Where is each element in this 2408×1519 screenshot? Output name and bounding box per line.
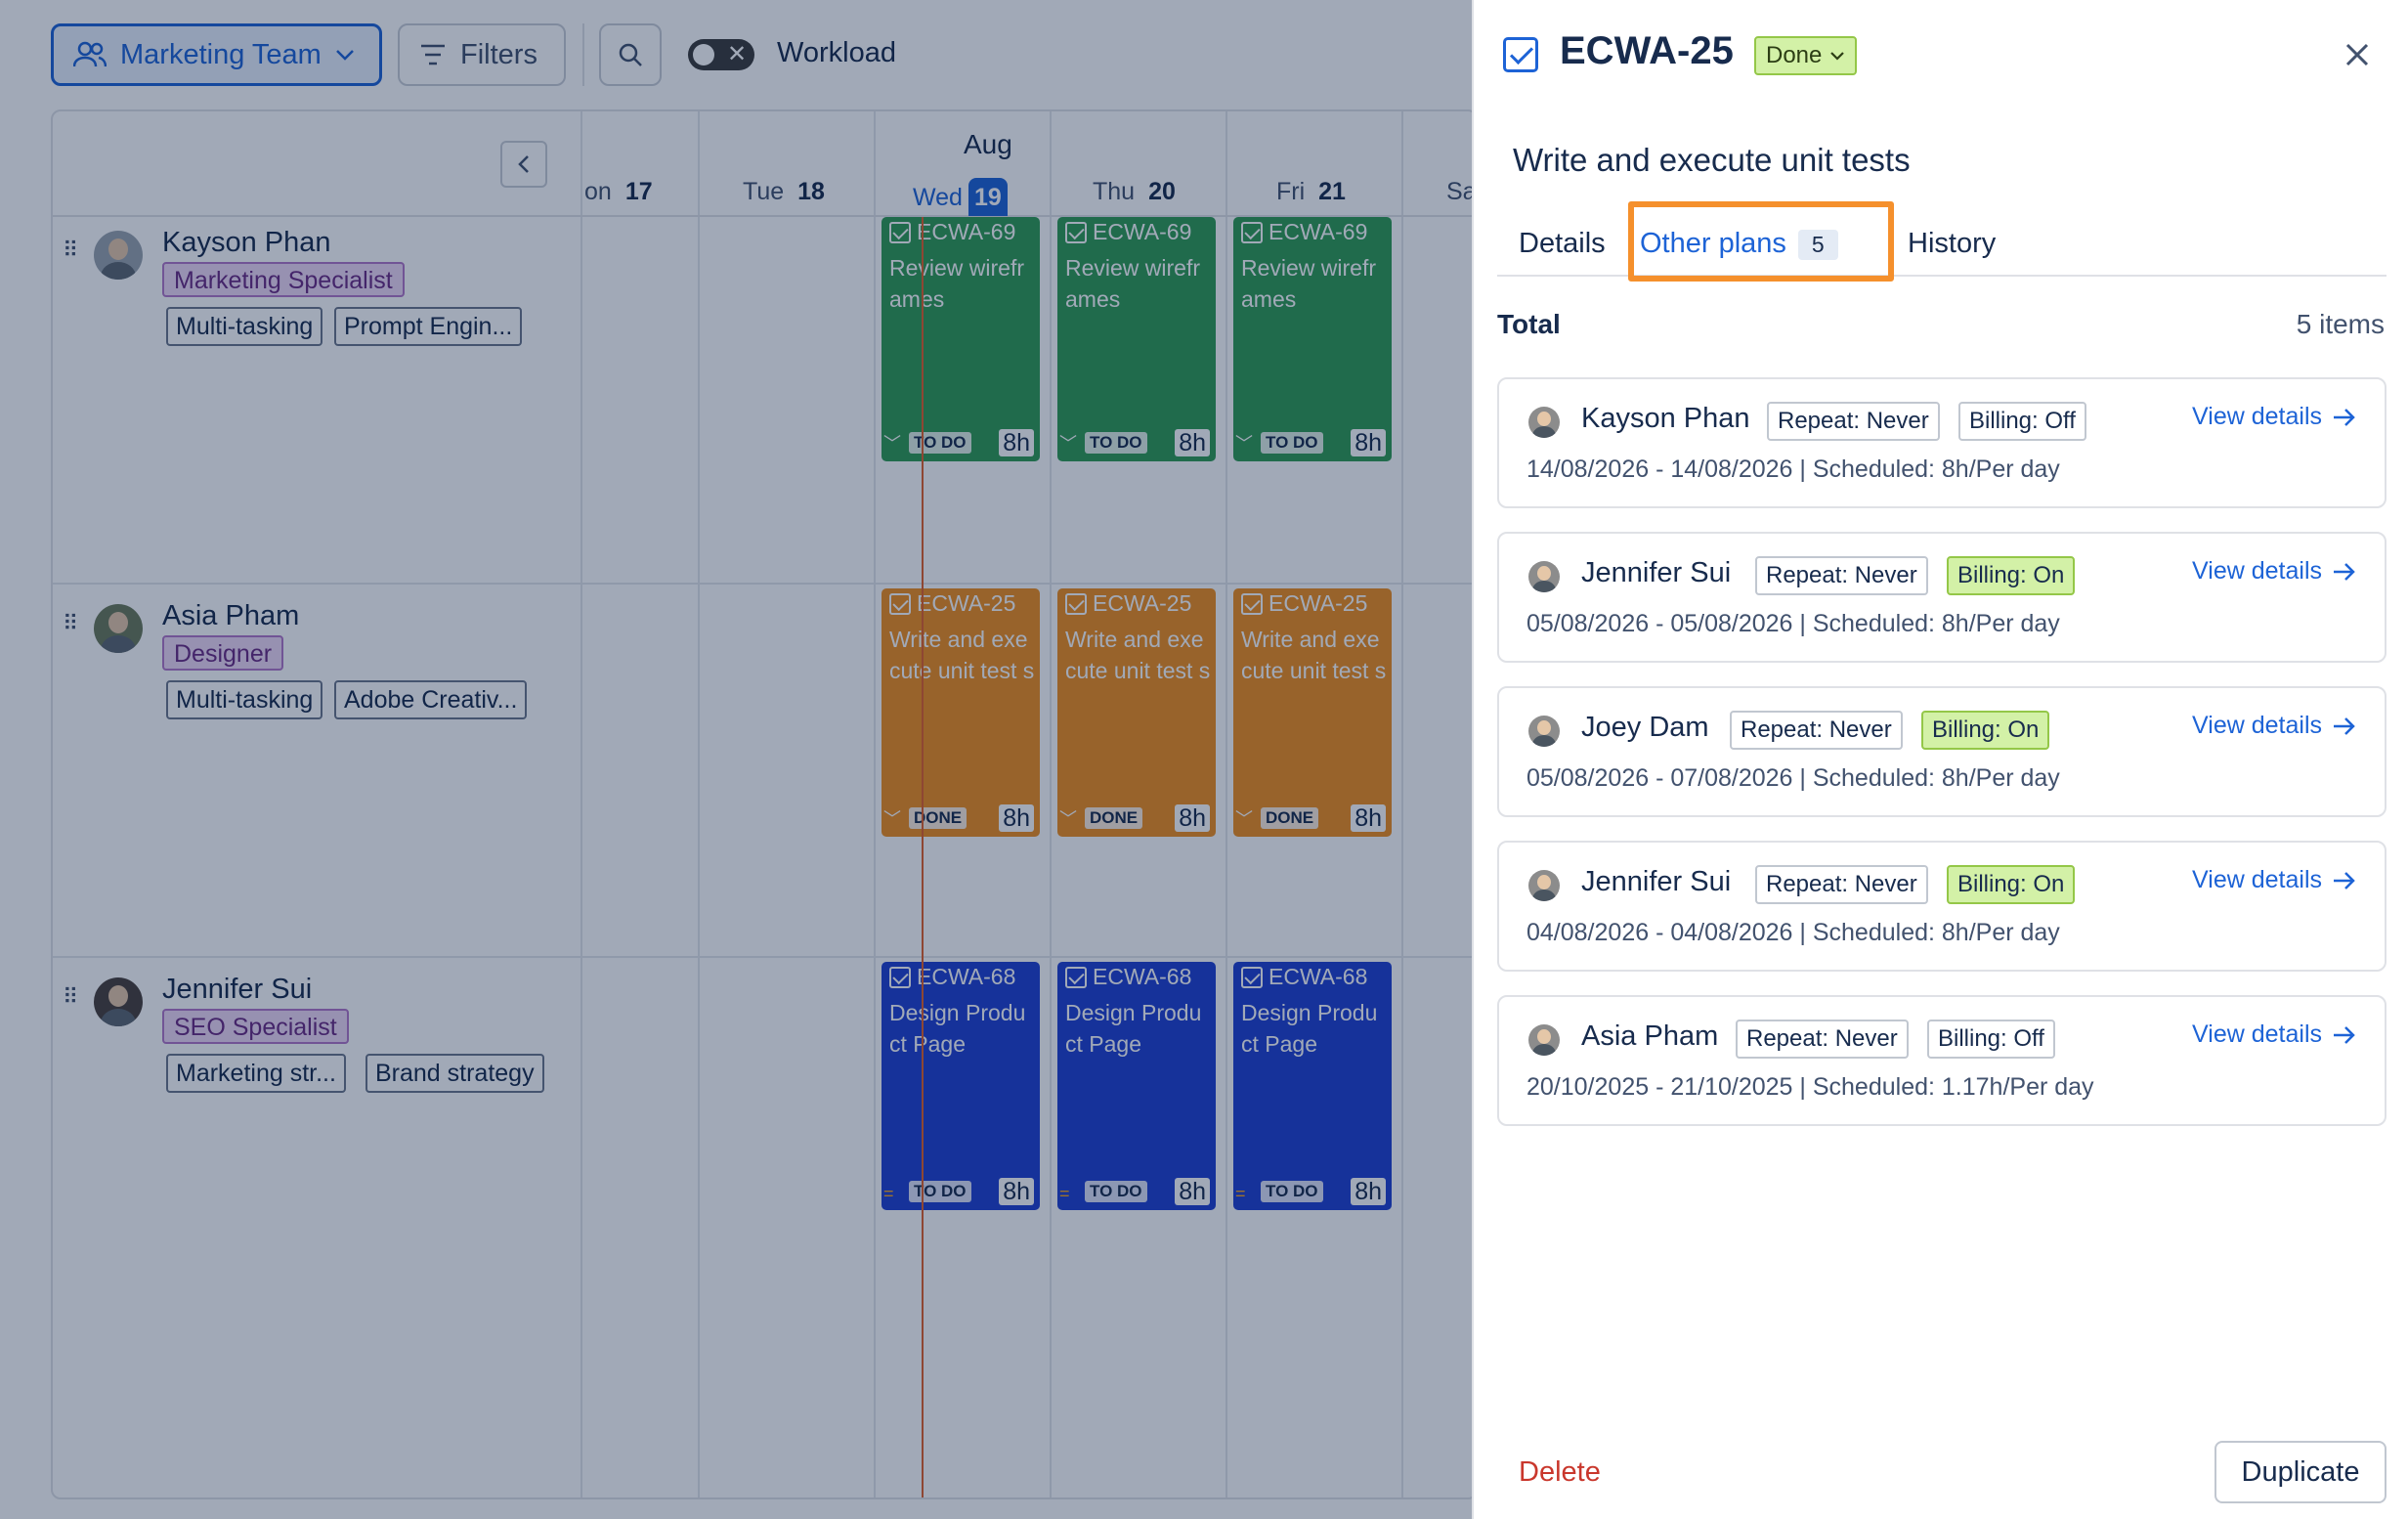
view-details-link[interactable]: View details — [2192, 403, 2357, 431]
plan-card: Kayson Phan Repeat: Never Billing: Off V… — [1497, 377, 2386, 508]
billing-chip: Billing: Off — [1958, 402, 2086, 441]
panel-tabs: Details Other plans 5 History — [1497, 200, 2386, 282]
duplicate-button[interactable]: Duplicate — [2214, 1441, 2386, 1503]
issue-detail-panel: ECWA-25 Done Write and execute unit test… — [1472, 0, 2408, 1519]
delete-button[interactable]: Delete — [1519, 1456, 1601, 1489]
plan-assignee: Asia Pham — [1581, 1020, 1719, 1052]
plan-card: Jennifer Sui Repeat: Never Billing: On V… — [1497, 532, 2386, 663]
close-button[interactable] — [2338, 35, 2377, 74]
plan-assignee: Jennifer Sui — [1581, 866, 1732, 897]
tab-highlight-box — [1628, 201, 1894, 282]
avatar — [1528, 716, 1560, 747]
view-details-link[interactable]: View details — [2192, 557, 2357, 586]
repeat-chip: Repeat: Never — [1730, 711, 1903, 750]
arrow-right-icon — [2334, 716, 2355, 735]
total-count: 5 items — [2296, 309, 2385, 339]
repeat-chip: Repeat: Never — [1767, 402, 1940, 441]
issue-title: Write and execute unit tests — [1513, 142, 1911, 178]
view-details-link[interactable]: View details — [2192, 1020, 2357, 1049]
task-type-checkbox-icon — [1503, 37, 1538, 72]
avatar — [1528, 561, 1560, 592]
avatar — [1528, 870, 1560, 901]
plan-assignee: Joey Dam — [1581, 712, 1709, 743]
plan-schedule: 20/10/2025 - 21/10/2025 | Scheduled: 1.1… — [1526, 1073, 2094, 1101]
plan-schedule: 05/08/2026 - 07/08/2026 | Scheduled: 8h/… — [1526, 764, 2060, 792]
billing-chip: Billing: Off — [1927, 1020, 2055, 1059]
view-details-link[interactable]: View details — [2192, 866, 2357, 894]
issue-key: ECWA-25 — [1560, 29, 1734, 72]
billing-chip: Billing: On — [1947, 865, 2076, 904]
plan-schedule: 05/08/2026 - 05/08/2026 | Scheduled: 8h/… — [1526, 610, 2060, 637]
modal-backdrop[interactable] — [0, 0, 1472, 1519]
plan-card: Jennifer Sui Repeat: Never Billing: On V… — [1497, 841, 2386, 972]
plan-assignee: Kayson Phan — [1581, 403, 1750, 434]
plan-schedule: 14/08/2026 - 14/08/2026 | Scheduled: 8h/… — [1526, 456, 2060, 483]
plan-assignee: Jennifer Sui — [1581, 557, 1732, 588]
plan-schedule: 04/08/2026 - 04/08/2026 | Scheduled: 8h/… — [1526, 919, 2060, 946]
view-details-link[interactable]: View details — [2192, 712, 2357, 740]
repeat-chip: Repeat: Never — [1755, 556, 1928, 595]
tab-history[interactable]: History — [1908, 228, 1996, 260]
billing-chip: Billing: On — [1921, 711, 2050, 750]
arrow-right-icon — [2334, 871, 2355, 890]
plan-card: Joey Dam Repeat: Never Billing: On View … — [1497, 686, 2386, 817]
arrow-right-icon — [2334, 562, 2355, 581]
plan-card: Asia Pham Repeat: Never Billing: Off Vie… — [1497, 995, 2386, 1126]
repeat-chip: Repeat: Never — [1736, 1020, 1909, 1059]
tab-details[interactable]: Details — [1519, 228, 1606, 260]
avatar — [1528, 407, 1560, 438]
arrow-right-icon — [2334, 1025, 2355, 1044]
billing-chip: Billing: On — [1947, 556, 2076, 595]
avatar — [1528, 1024, 1560, 1056]
status-label: Done — [1766, 42, 1823, 68]
status-dropdown[interactable]: Done — [1754, 36, 1858, 75]
repeat-chip: Repeat: Never — [1755, 865, 1928, 904]
arrow-right-icon — [2334, 408, 2355, 426]
close-icon — [2345, 43, 2369, 66]
chevron-down-icon — [1830, 52, 1845, 61]
total-label: Total — [1497, 309, 1561, 339]
